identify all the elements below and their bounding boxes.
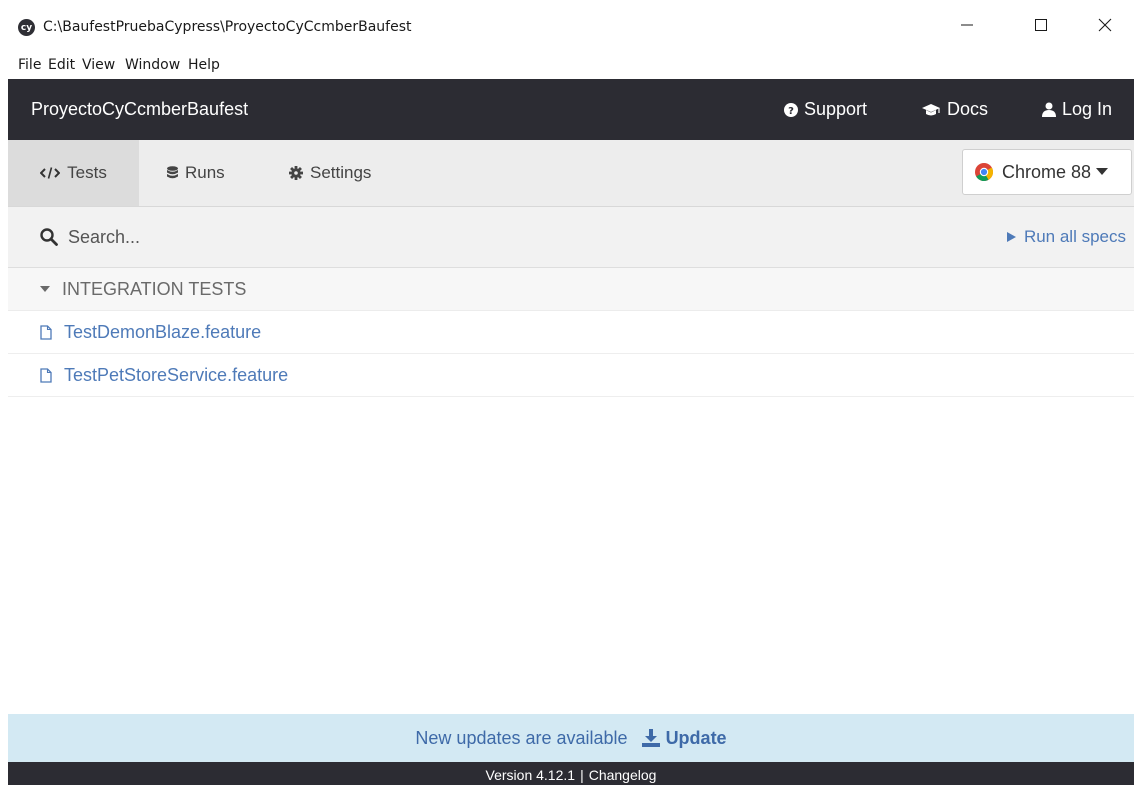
window-titlebar: cy C:\BaufestPruebaCypress\ProyectoCyCcm…: [0, 0, 1134, 55]
menu-file[interactable]: File: [18, 57, 41, 73]
support-link[interactable]: ? Support: [784, 99, 867, 120]
update-message: New updates are available: [415, 727, 628, 748]
close-button[interactable]: [1090, 10, 1120, 40]
cypress-window: cy C:\BaufestPruebaCypress\ProyectoCyCcm…: [0, 0, 1134, 785]
login-label: Log In: [1062, 99, 1113, 119]
login-link[interactable]: Log In: [1042, 99, 1112, 120]
menu-edit[interactable]: Edit: [48, 57, 75, 73]
update-button[interactable]: Update: [666, 728, 727, 749]
footer-separator: |: [580, 767, 584, 783]
docs-link[interactable]: Docs: [921, 99, 988, 120]
code-icon: [40, 167, 61, 179]
browser-label: Chrome 88: [1002, 161, 1092, 182]
menu-view[interactable]: View: [82, 57, 115, 73]
window-title: C:\BaufestPruebaCypress\ProyectoCyCcmber…: [43, 19, 412, 35]
integration-tests-folder[interactable]: INTEGRATION TESTS: [8, 268, 1134, 311]
search-bar: Run all specs: [8, 207, 1134, 268]
docs-label: Docs: [947, 99, 989, 119]
app-header: ProyectoCyCcmberBaufest ? Support Docs L…: [8, 79, 1134, 140]
tab-runs-label: Runs: [185, 163, 225, 182]
menu-help[interactable]: Help: [188, 57, 220, 73]
maximize-icon: [1035, 19, 1047, 31]
download-icon: [641, 729, 660, 747]
question-circle-icon: ?: [784, 102, 798, 117]
footer: Version 4.12.1 | Changelog: [8, 762, 1134, 785]
tab-tests-label: Tests: [67, 163, 107, 182]
caret-down-icon: [40, 286, 50, 292]
graduation-cap-icon: [922, 103, 940, 115]
tab-settings[interactable]: Settings: [289, 140, 371, 206]
file-icon: [40, 324, 52, 340]
tab-runs[interactable]: Runs: [167, 140, 225, 206]
user-icon: [1042, 102, 1056, 117]
caret-down-icon: [1096, 168, 1109, 175]
file-icon: [40, 367, 52, 383]
spec-file-name: TestDemonBlaze.feature: [64, 321, 262, 342]
play-icon: [1006, 232, 1016, 242]
tab-tests[interactable]: Tests: [8, 140, 139, 206]
spec-file-name: TestPetStoreService.feature: [64, 364, 289, 385]
gear-icon: [289, 166, 303, 180]
folder-label: INTEGRATION TESTS: [62, 278, 247, 299]
support-label: Support: [804, 99, 868, 119]
spec-file-item[interactable]: TestDemonBlaze.feature: [8, 311, 1134, 354]
close-icon: [1098, 18, 1112, 32]
minimize-icon: [961, 24, 973, 26]
search-input[interactable]: [68, 222, 668, 252]
changelog-link[interactable]: Changelog: [589, 767, 657, 783]
svg-text:?: ?: [788, 106, 794, 117]
browser-select[interactable]: Chrome 88: [962, 149, 1132, 195]
menu-window[interactable]: Window: [125, 57, 180, 73]
chrome-icon: [975, 163, 993, 181]
version-label: Version 4.12.1: [485, 767, 576, 783]
update-banner: New updates are available Update: [8, 714, 1134, 762]
run-all-specs-label: Run all specs: [1023, 227, 1126, 246]
spec-file-item[interactable]: TestPetStoreService.feature: [8, 354, 1134, 397]
minimize-button[interactable]: [952, 10, 982, 40]
database-icon: [167, 166, 178, 179]
project-name: ProyectoCyCcmberBaufest: [31, 99, 249, 119]
run-all-specs-button[interactable]: Run all specs: [1006, 227, 1126, 247]
tabs-bar: Tests Runs Settings Chrome 88: [8, 140, 1134, 207]
search-icon: [40, 228, 58, 246]
menu-bar: File Edit View Window Help: [0, 55, 1134, 79]
tab-settings-label: Settings: [310, 163, 372, 182]
cypress-logo-icon: cy: [18, 19, 35, 36]
maximize-button[interactable]: [1026, 10, 1056, 40]
